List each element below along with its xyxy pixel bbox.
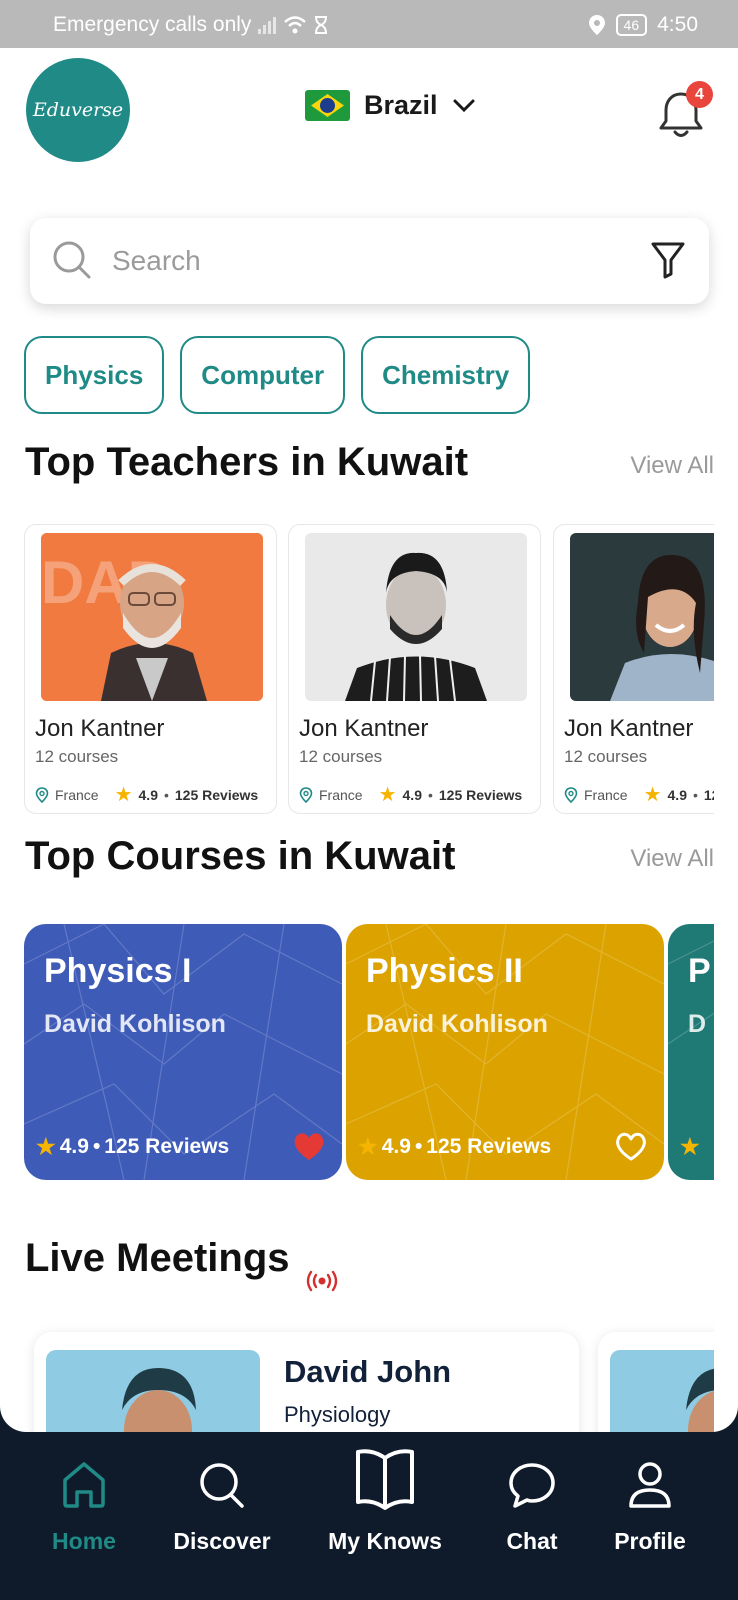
top-teachers-title: Top Teachers in Kuwait xyxy=(25,440,469,484)
teacher-name: Jon Kantner xyxy=(564,715,694,742)
teacher-course-count: 12 courses xyxy=(299,747,383,766)
course-title: P xyxy=(688,952,711,990)
teacher-reviews: 125 Reviews xyxy=(703,786,714,803)
star-icon: ★ xyxy=(36,1134,56,1159)
top-courses-title: Top Courses in Kuwait xyxy=(25,834,456,878)
meeting-host-photo xyxy=(46,1350,260,1432)
live-meetings-title: Live Meetings xyxy=(25,1236,290,1280)
country-selector[interactable]: Brazil xyxy=(305,90,476,121)
battery-indicator: 46 xyxy=(615,14,648,36)
live-broadcast-icon xyxy=(306,1270,338,1292)
category-chips: Physics Computer Chemistry xyxy=(24,336,531,414)
teacher-location: France xyxy=(55,786,99,803)
chevron-down-icon xyxy=(453,99,475,112)
location-icon xyxy=(588,15,605,35)
teacher-meta: France ★ 4.9 • 125 Reviews xyxy=(564,782,714,807)
star-icon: ★ xyxy=(378,784,397,806)
course-teacher: David Kohlison xyxy=(44,1010,226,1038)
teacher-card[interactable]: Jon Kantner 12 courses France ★ 4.9 • 12… xyxy=(553,524,714,814)
signal-icon xyxy=(258,17,277,34)
clock: 4:50 xyxy=(657,13,698,36)
course-rating: ★ xyxy=(680,1134,700,1160)
course-title: Physics I xyxy=(44,952,192,990)
teacher-name: Jon Kantner xyxy=(35,715,165,742)
teacher-meta: France ★ 4.9 • 125 Reviews xyxy=(299,782,522,807)
location-pin-icon xyxy=(299,786,313,803)
course-title: Physics II xyxy=(366,952,523,990)
search-icon xyxy=(200,1463,244,1508)
country-name: Brazil xyxy=(364,90,438,120)
meetings-carousel: David John Physiology xyxy=(24,1316,714,1432)
teacher-meta: France ★ 4.9 • 125 Reviews xyxy=(35,782,258,807)
chip-physics[interactable]: Physics xyxy=(24,336,165,414)
course-teacher: David Kohlison xyxy=(366,1010,548,1038)
meeting-card[interactable]: David John Physiology xyxy=(34,1332,579,1432)
bottom-navigation: Home Discover My Knows Chat Profile xyxy=(0,1432,738,1600)
teacher-rating: 4.9 xyxy=(402,786,422,803)
search-bar xyxy=(30,218,709,304)
teacher-card[interactable]: Jon Kantner 12 courses France ★ 4.9 • 12… xyxy=(288,524,541,814)
teacher-photo xyxy=(305,533,527,701)
wifi-icon xyxy=(284,16,307,34)
meeting-card[interactable] xyxy=(598,1332,714,1432)
meeting-host-photo xyxy=(610,1350,714,1432)
course-card[interactable]: Physics II David Kohlison ★ 4.9 • 125 Re… xyxy=(346,924,664,1180)
status-bar: Emergency calls only 46 4:50 xyxy=(0,0,738,48)
course-card[interactable]: P D ★ xyxy=(668,924,714,1180)
course-rating: ★ 4.9 • 125 Reviews xyxy=(358,1134,552,1159)
location-pin-icon xyxy=(564,786,578,803)
app-logo[interactable]: Eduverse xyxy=(26,58,130,162)
teacher-course-count: 12 courses xyxy=(564,747,648,766)
teacher-photo: DAD xyxy=(41,533,263,701)
brazil-flag-icon xyxy=(305,90,350,121)
teacher-location: France xyxy=(319,786,363,803)
hourglass-icon xyxy=(315,16,328,34)
meeting-subject: Physiology xyxy=(284,1402,391,1427)
nav-discover-label: Discover xyxy=(173,1528,271,1554)
teacher-course-count: 12 courses xyxy=(35,747,119,766)
star-icon: ★ xyxy=(114,784,133,806)
teachers-carousel: DAD Jon Kantner 12 courses France ★ 4.9 … xyxy=(24,524,714,816)
book-icon xyxy=(356,1449,414,1510)
person-icon xyxy=(629,1462,671,1508)
nav-home-label: Home xyxy=(52,1528,116,1554)
teacher-reviews: 125 Reviews xyxy=(438,786,523,803)
home-icon xyxy=(63,1462,105,1508)
course-card[interactable]: Physics I David Kohlison ★ 4.9 • 125 Rev… xyxy=(24,924,342,1180)
main-content: Eduverse Brazil 4 Physics Computer Chemi… xyxy=(0,48,738,1432)
notification-badge: 4 xyxy=(686,81,713,108)
chip-computer[interactable]: Computer xyxy=(180,336,346,414)
teacher-rating: 4.9 xyxy=(138,786,158,803)
star-icon: ★ xyxy=(643,784,662,806)
teacher-name: Jon Kantner xyxy=(299,715,429,742)
teacher-card[interactable]: DAD Jon Kantner 12 courses France ★ 4.9 … xyxy=(24,524,277,814)
meeting-host-name: David John xyxy=(284,1354,452,1389)
heart-outline-icon[interactable] xyxy=(614,1130,648,1162)
teacher-photo xyxy=(570,533,714,701)
teachers-view-all-link[interactable]: View All xyxy=(630,452,714,480)
location-pin-icon xyxy=(35,786,49,803)
chat-icon xyxy=(509,1463,555,1508)
star-icon: ★ xyxy=(358,1134,378,1159)
chip-chemistry[interactable]: Chemistry xyxy=(361,336,531,414)
search-icon xyxy=(53,241,91,279)
course-rating: ★ 4.9 • 125 Reviews xyxy=(36,1134,230,1159)
filter-icon[interactable] xyxy=(650,240,686,280)
nav-profile-label: Profile xyxy=(614,1528,686,1554)
course-teacher: D xyxy=(688,1010,707,1038)
teacher-rating: 4.9 xyxy=(667,786,687,803)
star-icon: ★ xyxy=(680,1134,700,1159)
nav-my-knows-label: My Knows xyxy=(328,1528,442,1554)
teacher-location: France xyxy=(584,786,628,803)
heart-icon[interactable] xyxy=(292,1130,326,1162)
logo-text: Eduverse xyxy=(32,99,124,121)
courses-carousel: Physics I David Kohlison ★ 4.9 • 125 Rev… xyxy=(24,924,714,1180)
carrier-text: Emergency calls only xyxy=(53,13,252,36)
teacher-reviews: 125 Reviews xyxy=(174,786,259,803)
search-input[interactable] xyxy=(112,238,632,284)
courses-view-all-link[interactable]: View All xyxy=(630,845,714,873)
